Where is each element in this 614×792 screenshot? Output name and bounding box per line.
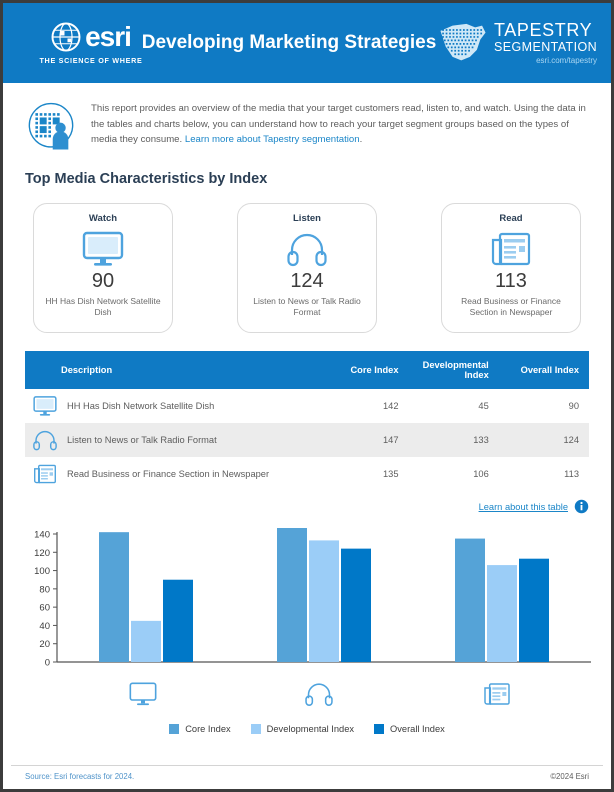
card-listen-desc: Listen to News or Talk Radio Format	[253, 296, 361, 318]
table-header-row: Description Core Index Developmental Ind…	[25, 351, 589, 389]
card-watch-desc: HH Has Dish Network Satellite Dish	[45, 296, 161, 318]
tapestry-title: TAPESTRY	[494, 19, 593, 40]
row-description-text: Listen to News or Talk Radio Format	[67, 435, 217, 445]
row-description: HH Has Dish Network Satellite Dish	[25, 389, 318, 423]
copyright-text: ©2024 Esri	[550, 772, 589, 781]
svg-text:120: 120	[34, 548, 50, 559]
chart-category-icons	[25, 680, 589, 714]
legend-label: Developmental Index	[266, 724, 355, 734]
legend-item-overall-index[interactable]: Overall Index	[374, 724, 445, 734]
tapestry-learn-more-link[interactable]: Learn more about Tapestry segmentation	[185, 134, 360, 145]
chart-canvas: 0 20 40 60 80 100 120 140	[34, 528, 591, 669]
row-core-index: 135	[383, 469, 399, 479]
report-page: esri THE SCIENCE OF WHERE Developing Mar…	[0, 0, 614, 792]
svg-text:80: 80	[39, 584, 50, 595]
tapestry-logo: TAPESTRY SEGMENTATION esri.com/tapestry	[437, 17, 597, 69]
table-row[interactable]: HH Has Dish Network Satellite Dish 142 4…	[25, 389, 589, 423]
row-developmental-index: 45	[478, 401, 489, 411]
svg-text:140: 140	[34, 530, 50, 541]
chart-legend: Core Index Developmental Index Overall I…	[3, 724, 611, 734]
row-core-index: 147	[383, 435, 399, 445]
card-listen-label: Listen	[293, 213, 321, 224]
newspaper-icon	[34, 464, 56, 484]
table-body: HH Has Dish Network Satellite Dish 142 4…	[25, 389, 589, 491]
index-table-wrap: Description Core Index Developmental Ind…	[25, 351, 589, 514]
row-developmental-index: 106	[473, 469, 489, 479]
row-core-index: 142	[383, 401, 399, 411]
row-description: Listen to News or Talk Radio Format	[25, 423, 318, 457]
learn-about-table-row: Learn about this table	[25, 499, 589, 514]
section-title: Top Media Characteristics by Index	[25, 171, 268, 187]
legend-item-developmental-index[interactable]: Developmental Index	[250, 724, 355, 734]
headphones-icon	[287, 230, 327, 268]
monitor-icon	[82, 230, 124, 268]
col-developmental-index: Developmental Index	[408, 351, 499, 389]
tapestry-subtitle: SEGMENTATION	[494, 39, 597, 54]
legend-label: Core Index	[185, 724, 231, 734]
row-description-text: Read Business or Finance Section in News…	[67, 469, 270, 479]
col-overall-index: Overall Index	[498, 351, 589, 389]
index-bar-chart: 0 20 40 60 80 100 120 140	[25, 528, 591, 678]
row-overall-index: 90	[568, 401, 579, 411]
card-watch[interactable]: Watch 90 HH Has Dish Network Satellite D…	[33, 203, 173, 333]
esri-wordmark: esri	[85, 20, 132, 52]
esri-tagline: THE SCIENCE OF WHERE	[39, 55, 143, 65]
globe-icon	[51, 22, 81, 51]
table-head: Description Core Index Developmental Ind…	[25, 351, 589, 389]
legend-label: Overall Index	[390, 724, 445, 734]
usa-map-icon	[440, 23, 486, 61]
page-header: esri THE SCIENCE OF WHERE Developing Mar…	[3, 3, 611, 83]
intro-period: .	[359, 134, 363, 146]
legend-item-core-index[interactable]: Core Index	[169, 724, 231, 734]
card-read-label: Read	[499, 213, 523, 224]
legend-swatch	[250, 724, 261, 734]
row-overall-index: 113	[564, 469, 579, 479]
intro-section: This report provides an overview of the …	[3, 83, 611, 159]
svg-text:20: 20	[39, 639, 50, 650]
headphones-icon	[305, 683, 333, 706]
media-person-icon	[28, 102, 74, 150]
row-description-text: HH Has Dish Network Satellite Dish	[67, 401, 215, 411]
svg-text:60: 60	[39, 603, 50, 614]
legend-swatch	[169, 724, 180, 734]
card-listen[interactable]: Listen 124 Listen to News or Talk Radio …	[237, 203, 377, 333]
intro-text: This report provides an overview of the …	[91, 99, 593, 153]
svg-text:40: 40	[39, 621, 50, 632]
learn-about-table-link[interactable]: Learn about this table	[479, 502, 568, 512]
row-description: Read Business or Finance Section in News…	[25, 457, 318, 491]
esri-logo: esri THE SCIENCE OF WHERE	[31, 22, 151, 65]
index-table: Description Core Index Developmental Ind…	[25, 351, 589, 491]
col-description: Description	[25, 351, 319, 389]
monitor-icon	[129, 682, 157, 706]
svg-text:0: 0	[45, 658, 50, 669]
page-title: Developing Marketing Strategies	[141, 32, 437, 53]
card-read-value: 113	[495, 270, 527, 292]
card-read[interactable]: Read 113 Read Business or Finance Sectio…	[441, 203, 581, 333]
card-watch-label: Watch	[88, 213, 118, 224]
row-developmental-index: 133	[473, 435, 489, 445]
newspaper-icon	[490, 230, 532, 268]
page-footer: Source: Esri forecasts for 2024. ©2024 E…	[11, 765, 603, 789]
info-icon[interactable]	[574, 499, 589, 514]
row-overall-index: 124	[563, 435, 579, 445]
legend-swatch	[374, 724, 385, 734]
card-listen-value: 124	[290, 270, 324, 292]
table-row[interactable]: Read Business or Finance Section in News…	[25, 457, 589, 491]
col-core-index: Core Index	[318, 351, 409, 389]
card-read-desc: Read Business or Finance Section in News…	[461, 296, 561, 318]
tapestry-url: esri.com/tapestry	[536, 56, 597, 66]
newspaper-icon	[484, 683, 510, 705]
table-row[interactable]: Listen to News or Talk Radio Format 147 …	[25, 423, 589, 457]
headphones-icon	[33, 430, 57, 451]
monitor-icon	[33, 396, 57, 416]
card-watch-value: 90	[91, 270, 115, 292]
source-text: Source: Esri forecasts for 2024.	[25, 772, 135, 781]
media-cards: Watch 90 HH Has Dish Network Satellite D…	[3, 187, 611, 333]
svg-text:100: 100	[34, 566, 50, 577]
